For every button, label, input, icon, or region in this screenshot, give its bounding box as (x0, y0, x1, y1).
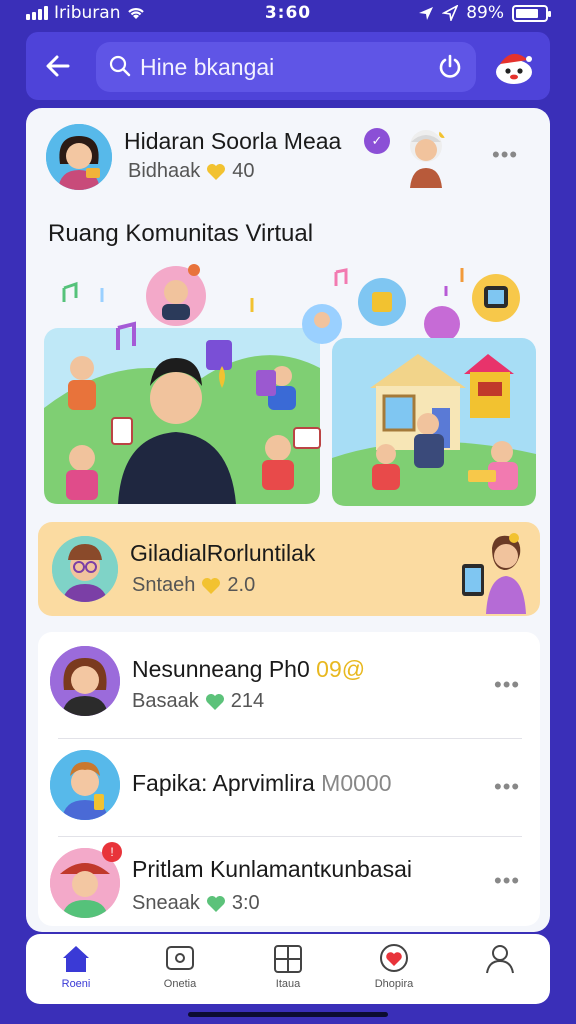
author-avatar[interactable] (46, 124, 112, 190)
back-button[interactable] (38, 46, 78, 86)
notification-badge: ! (102, 842, 122, 862)
divider (58, 836, 522, 837)
member-name-text: Fapika: Aprvimlira (132, 770, 315, 796)
battery-percent: 89% (466, 3, 504, 23)
woman-avatar-icon (46, 124, 112, 190)
search-icon (109, 55, 131, 77)
power-icon[interactable] (436, 53, 464, 81)
home-icon (63, 946, 89, 972)
post-title: Ruang Komunitas Virtual (48, 220, 314, 247)
nav-messages-label: Onetia (163, 978, 197, 990)
status-bar: Iriburan 3:60 89% (0, 0, 576, 28)
highlight-name: GiladialRorluntilak (130, 540, 316, 566)
man-glasses-avatar-icon (52, 536, 118, 602)
highlight-avatar (52, 536, 118, 602)
member-more-options[interactable]: ••• (494, 774, 520, 800)
member-name: Nesunneang Ph0 09@ (132, 656, 365, 683)
member-name: Pritlam Kunlamantĸunbasai (132, 856, 412, 882)
bottom-nav: Roeni Onetia Itaua Dhopira (26, 934, 550, 1004)
post-meta-count: 40 (232, 160, 255, 182)
grid-icon (274, 945, 302, 973)
home-indicator[interactable] (188, 1012, 388, 1017)
member-meta: Basaak 214 (132, 690, 264, 713)
member-more-options[interactable]: ••• (494, 868, 520, 894)
santa-bot-icon[interactable] (492, 46, 536, 86)
member-meta-count: 3:0 (231, 892, 260, 914)
member-suffix: M0000 (321, 770, 392, 796)
location-icon (442, 5, 459, 21)
verified-badge: ✓ (364, 128, 390, 154)
feed-panel: Hidaran Soorla Meaa ✓ Bidhaak 40 ••• Rua… (26, 108, 550, 932)
member-meta-label: Sneaak (132, 892, 200, 914)
nav-grid[interactable]: Itaua (248, 942, 328, 1000)
nav-home-label: Roeni (61, 978, 91, 990)
search-query: Hine bkangai (140, 54, 275, 80)
member-more-options[interactable]: ••• (494, 672, 520, 698)
member-avatar (50, 646, 120, 716)
member-avatar (50, 750, 120, 820)
list-item[interactable]: ! Pritlam Kunlamantĸunbasai Sneaak 3:0 •… (38, 838, 540, 926)
top-bar: Hine bkangai (26, 32, 550, 100)
member-badge: 09@ (316, 656, 366, 682)
message-icon (166, 946, 194, 970)
highlight-meta-count: 2.0 (227, 574, 256, 596)
host-face (150, 372, 202, 424)
post-more-options[interactable]: ••• (492, 142, 518, 168)
nav-grid-label: Itaua (275, 978, 301, 990)
man-with-hat-icon (410, 130, 447, 188)
member-list: Nesunneang Ph0 09@ Basaak 214 ••• Fapika… (38, 632, 540, 926)
member-name: Fapika: Aprvimlira M0000 (132, 770, 392, 797)
nav-messages[interactable]: Onetia (140, 942, 220, 1000)
airplane-icon (419, 7, 434, 20)
profile-icon (486, 945, 514, 974)
nav-home[interactable]: Roeni (36, 942, 116, 1000)
heart-icon (207, 163, 226, 180)
battery-icon (512, 4, 551, 22)
community-illustration (44, 264, 536, 506)
highlight-meta-label: Sntaeh (132, 574, 196, 596)
member-meta-label: Basaak (132, 690, 199, 712)
woman-avatar-icon (50, 646, 120, 716)
heart-location-icon (380, 944, 408, 972)
member-meta: Sneaak 3:0 (132, 892, 260, 915)
man-avatar-icon (50, 750, 120, 820)
member-meta-count: 214 (230, 690, 265, 712)
nav-profile[interactable] (460, 942, 540, 1000)
heart-icon (202, 577, 221, 594)
highlight-card[interactable]: GiladialRorluntilak Sntaeh 2.0 (38, 522, 540, 616)
post-header: Hidaran Soorla Meaa ✓ Bidhaak 40 ••• (26, 108, 550, 208)
heart-icon (206, 895, 225, 912)
guest-avatar[interactable] (402, 126, 450, 188)
list-item[interactable]: Fapika: Aprvimlira M0000 ••• (38, 740, 540, 832)
divider (58, 738, 522, 739)
arrow-left-icon (46, 55, 70, 77)
list-item[interactable]: Nesunneang Ph0 09@ Basaak 214 ••• (38, 632, 540, 732)
status-icons: 89% (418, 3, 551, 23)
highlight-meta: Sntaeh 2.0 (132, 574, 255, 597)
nav-favorites-label: Dhopira (374, 978, 414, 990)
post-meta-label: Bidhaak (128, 160, 201, 182)
search-input[interactable]: Hine bkangai (96, 42, 476, 92)
post-author-name[interactable]: Hidaran Soorla Meaa (124, 128, 341, 155)
girl-with-phone-icon (462, 533, 526, 614)
nav-favorites[interactable]: Dhopira (354, 942, 434, 1000)
heart-icon (205, 693, 224, 710)
member-name-text: Nesunneang Ph0 (132, 656, 310, 682)
post-meta: Bidhaak 40 (128, 160, 255, 183)
